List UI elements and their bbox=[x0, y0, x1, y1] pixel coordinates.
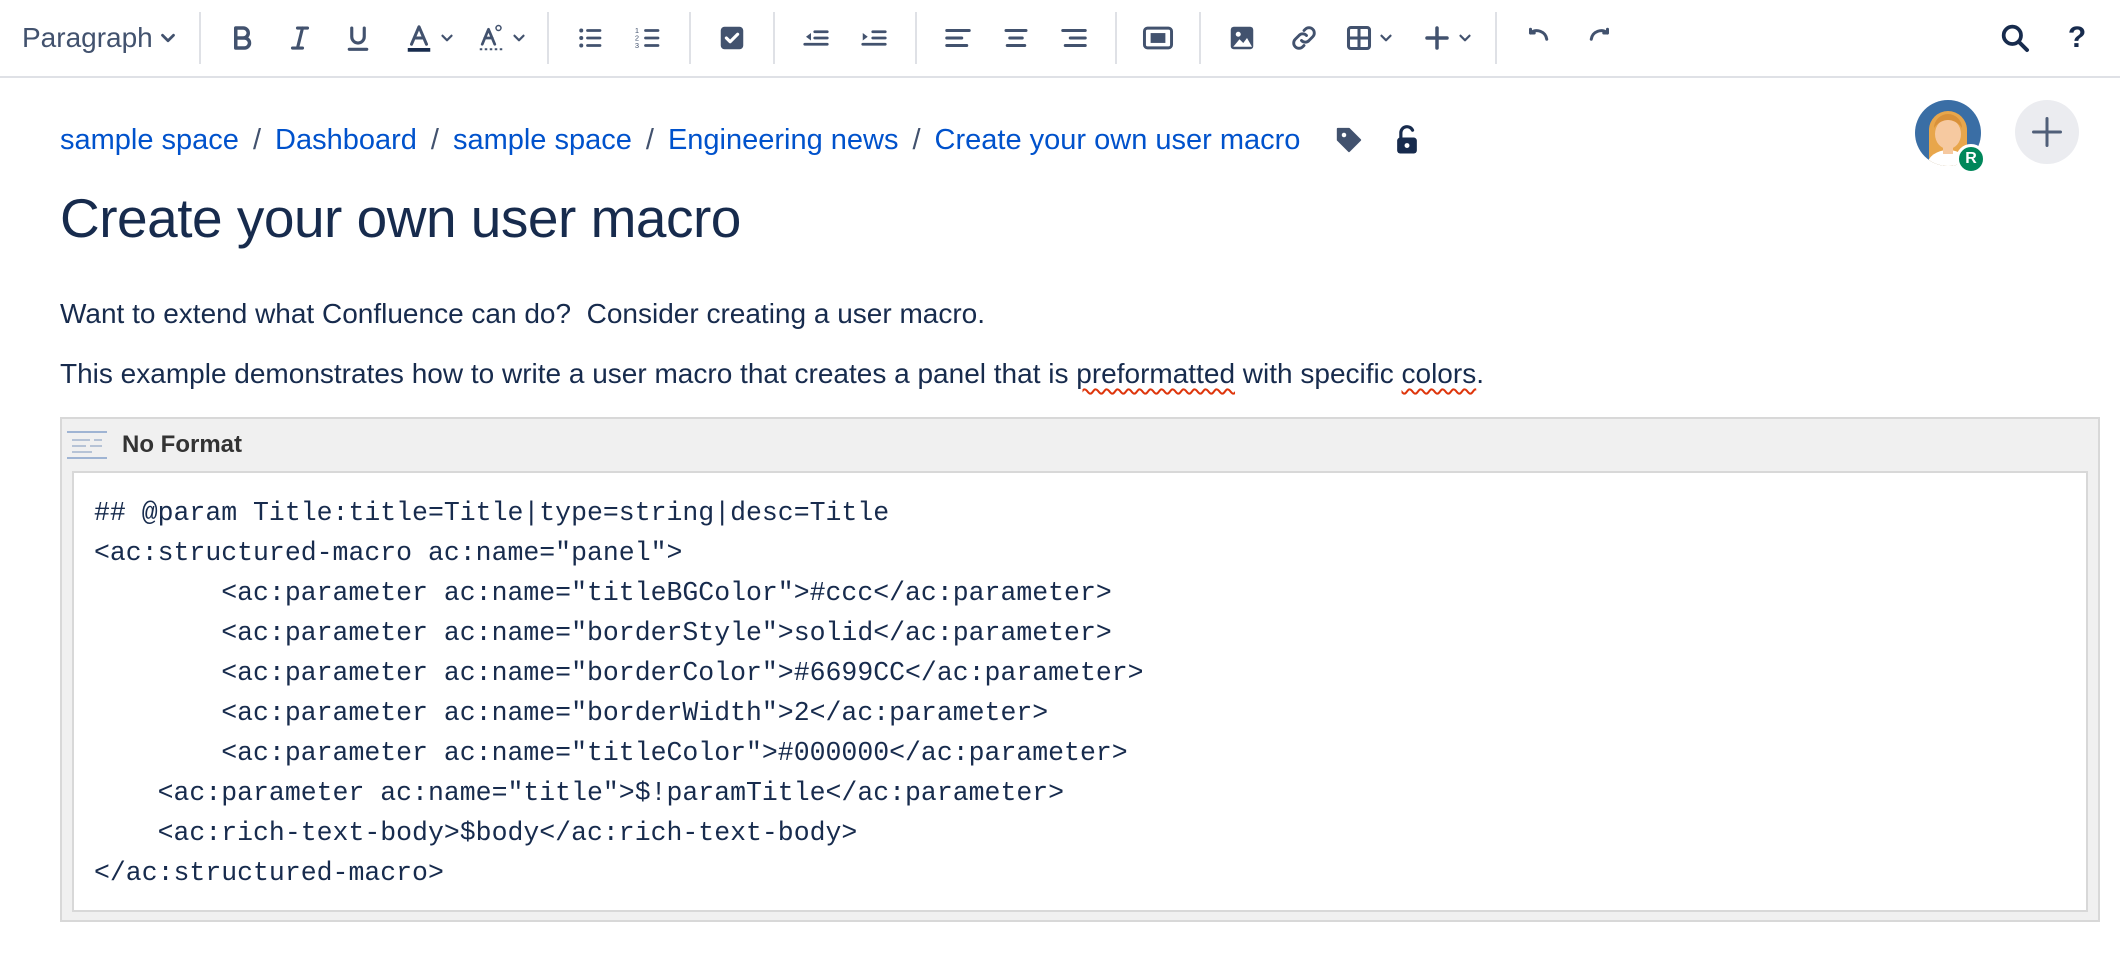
clear-formatting-button[interactable] bbox=[469, 10, 535, 66]
align-center-icon bbox=[1004, 29, 1028, 47]
page-title[interactable]: Create your own user macro bbox=[60, 186, 741, 250]
redo-icon bbox=[1589, 27, 1609, 41]
breadcrumb-separator: / bbox=[645, 123, 654, 156]
help-icon: ? bbox=[2067, 21, 2087, 54]
paragraph-description[interactable]: This example demonstrates how to write a… bbox=[60, 358, 1484, 390]
align-right-icon bbox=[1061, 29, 1087, 47]
italic-icon bbox=[290, 26, 309, 50]
task-list-icon bbox=[720, 26, 744, 50]
chevron-down-icon bbox=[1459, 34, 1471, 42]
underline-button[interactable] bbox=[329, 10, 387, 66]
task-list-button[interactable] bbox=[703, 10, 761, 66]
underline-icon bbox=[347, 26, 369, 51]
insert-link-button[interactable] bbox=[1275, 10, 1333, 66]
clear-format-icon bbox=[479, 24, 503, 51]
breadcrumb-dashboard[interactable]: Dashboard bbox=[275, 124, 417, 157]
svg-text:3: 3 bbox=[635, 41, 639, 50]
breadcrumb-current-page[interactable]: Create your own user macro bbox=[935, 124, 1301, 157]
insert-table-button[interactable] bbox=[1337, 10, 1403, 66]
insert-more-button[interactable] bbox=[1413, 10, 1483, 66]
breadcrumb-engineering-news[interactable]: Engineering news bbox=[668, 124, 899, 157]
toolbar-divider bbox=[772, 12, 775, 64]
insert-image-button[interactable] bbox=[1213, 10, 1271, 66]
italic-button[interactable] bbox=[271, 10, 329, 66]
code-content[interactable]: ## @param Title:title=Title|type=string|… bbox=[94, 493, 2086, 893]
undo-icon bbox=[1528, 27, 1549, 41]
misspelled-word: preformatted bbox=[1076, 358, 1236, 389]
breadcrumb-separator: / bbox=[912, 123, 921, 156]
editor-toolbar: Paragraph 123 ? bbox=[0, 0, 2120, 78]
indent-button[interactable] bbox=[845, 10, 903, 66]
layout-icon bbox=[1142, 26, 1173, 50]
chevron-down-icon bbox=[160, 33, 175, 43]
breadcrumb-separator: / bbox=[252, 123, 261, 156]
search-button[interactable] bbox=[1986, 10, 2044, 66]
noformat-macro-icon bbox=[67, 431, 107, 459]
user-role-badge: R bbox=[1956, 144, 1986, 174]
align-right-button[interactable] bbox=[1045, 10, 1103, 66]
invite-user-button[interactable] bbox=[2015, 100, 2079, 164]
misspelled-word: colors bbox=[1401, 358, 1477, 389]
breadcrumb-sample-space[interactable]: sample space bbox=[60, 124, 239, 157]
restrictions-button[interactable] bbox=[1392, 124, 1422, 156]
paragraph-text: . bbox=[1476, 358, 1484, 389]
chevron-down-icon bbox=[441, 34, 453, 42]
align-center-button[interactable] bbox=[987, 10, 1045, 66]
toolbar-divider bbox=[1114, 12, 1117, 64]
image-icon bbox=[1230, 26, 1254, 50]
paragraph-text: with specific bbox=[1235, 358, 1402, 389]
noformat-macro[interactable]: No Format ## @param Title:title=Title|ty… bbox=[60, 417, 2100, 922]
unlock-icon bbox=[1397, 125, 1418, 154]
toolbar-divider bbox=[546, 12, 549, 64]
breadcrumb-sample-space-2[interactable]: sample space bbox=[453, 124, 632, 157]
breadcrumb-separator: / bbox=[430, 123, 439, 156]
tag-icon bbox=[1337, 127, 1362, 153]
labels-button[interactable] bbox=[1334, 125, 1364, 155]
help-button[interactable]: ? bbox=[2048, 10, 2106, 66]
bold-button[interactable] bbox=[213, 10, 271, 66]
outdent-button[interactable] bbox=[787, 10, 845, 66]
paragraph-intro[interactable]: Want to extend what Confluence can do? C… bbox=[60, 298, 985, 330]
text-color-button[interactable] bbox=[397, 10, 463, 66]
breadcrumb: sample space / Dashboard / sample space … bbox=[60, 118, 1422, 162]
redo-button[interactable] bbox=[1571, 10, 1629, 66]
bullet-list-button[interactable] bbox=[561, 10, 619, 66]
bold-icon bbox=[233, 26, 251, 50]
align-left-button[interactable] bbox=[929, 10, 987, 66]
chevron-down-icon bbox=[513, 34, 525, 42]
macro-header: No Format bbox=[62, 419, 2098, 471]
paragraph-text: This example demonstrates how to write a… bbox=[60, 358, 1077, 389]
link-icon bbox=[1292, 26, 1316, 50]
outdent-icon bbox=[803, 30, 829, 46]
indent-icon bbox=[861, 30, 887, 46]
plus-icon bbox=[1425, 26, 1449, 50]
plus-icon bbox=[2032, 117, 2062, 147]
numbered-list-button[interactable]: 123 bbox=[619, 10, 677, 66]
macro-body[interactable]: ## @param Title:title=Title|type=string|… bbox=[72, 471, 2088, 912]
toolbar-divider bbox=[914, 12, 917, 64]
chevron-down-icon bbox=[1380, 34, 1392, 42]
text-color-icon bbox=[407, 25, 431, 52]
numbered-list-icon: 123 bbox=[635, 26, 660, 50]
bullet-list-icon bbox=[579, 28, 602, 48]
toolbar-divider bbox=[688, 12, 691, 64]
toolbar-divider bbox=[1494, 12, 1497, 64]
search-icon bbox=[2001, 24, 2029, 52]
toolbar-divider bbox=[198, 12, 201, 64]
toolbar-divider bbox=[1198, 12, 1201, 64]
align-left-icon bbox=[945, 29, 971, 47]
macro-title: No Format bbox=[122, 431, 242, 458]
table-icon bbox=[1346, 25, 1371, 51]
layout-button[interactable] bbox=[1129, 10, 1187, 66]
paragraph-style-label: Paragraph bbox=[22, 22, 153, 53]
paragraph-style-dropdown[interactable]: Paragraph bbox=[22, 10, 187, 66]
undo-button[interactable] bbox=[1509, 10, 1567, 66]
